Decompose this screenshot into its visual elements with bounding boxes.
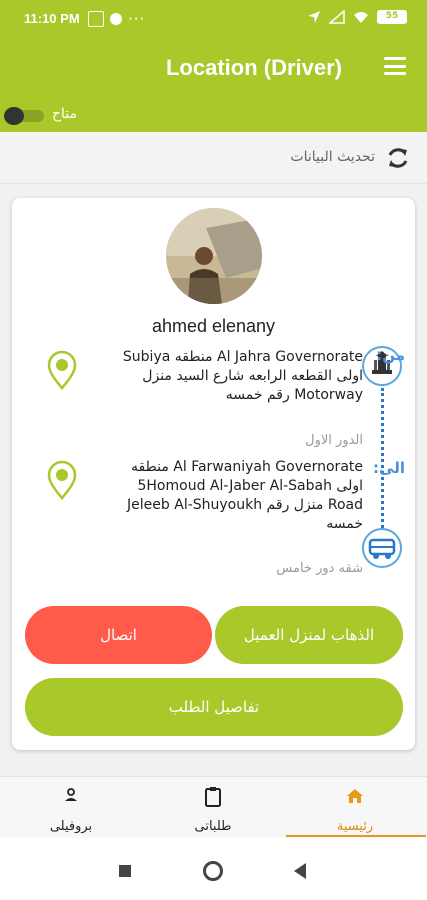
- avatar: [166, 208, 262, 304]
- app-notification-icon: [88, 11, 104, 27]
- menu-icon[interactable]: [384, 57, 406, 75]
- system-nav-bar: [0, 838, 427, 900]
- system-icons: 55: [307, 10, 407, 24]
- profile-icon: [65, 788, 77, 801]
- nav-orders-label: طلباتى: [194, 819, 232, 834]
- app-bar: Location (Driver): [0, 36, 427, 100]
- route-line: [381, 388, 384, 528]
- battery-icon: 55: [377, 10, 407, 24]
- call-button[interactable]: اتصال: [25, 606, 212, 664]
- bottom-nav: بروفيلى طلباتى رئيسية: [0, 776, 427, 838]
- order-card: ahmed elenany من: Al Jahra Governorate م…: [12, 198, 415, 750]
- user-notification-icon: [110, 13, 122, 25]
- availability-toggle[interactable]: [4, 107, 44, 125]
- recent-apps-icon[interactable]: [119, 865, 131, 877]
- nav-profile-label: بروفيلى: [49, 819, 93, 834]
- availability-label: متاح: [52, 106, 78, 122]
- status-time: 11:10 PM: [24, 11, 80, 26]
- nav-orders[interactable]: طلباتى: [142, 777, 284, 839]
- home-icon: [347, 789, 363, 803]
- back-icon[interactable]: [294, 863, 306, 879]
- location-pin-icon: [47, 350, 77, 390]
- nav-home-label: رئيسية: [336, 819, 374, 834]
- refresh-label: تحديث البيانات: [290, 149, 375, 165]
- wifi-icon: [354, 12, 368, 23]
- to-floor: شقه دور خامس: [276, 561, 363, 576]
- from-label: من:: [376, 346, 405, 364]
- refresh-bar[interactable]: تحديث البيانات: [0, 132, 427, 184]
- bus-icon: [362, 528, 402, 568]
- customer-name: ahmed elenany: [151, 316, 276, 336]
- from-floor: الدور الاول: [305, 433, 363, 448]
- to-address: Al Farwaniyah Governorate منطقه اولى 5Ho…: [127, 459, 363, 532]
- order-details-button[interactable]: تفاصيل الطلب: [25, 678, 403, 736]
- refresh-icon[interactable]: [383, 143, 413, 173]
- active-tab-indicator: [286, 835, 426, 837]
- status-bar: 11:10 PM ··· 55: [0, 0, 427, 36]
- clipboard-icon: [205, 787, 221, 807]
- nav-home[interactable]: رئيسية: [284, 777, 426, 839]
- availability-bar: متاح: [0, 100, 427, 132]
- signal-icon: [329, 10, 345, 24]
- location-arrow-icon: [308, 11, 320, 23]
- go-to-customer-button[interactable]: الذهاب لمنزل العميل: [215, 606, 403, 664]
- to-label: الى:: [373, 459, 405, 477]
- more-notifications-icon: ···: [128, 10, 146, 28]
- nav-profile[interactable]: بروفيلى: [0, 777, 142, 839]
- page-title: Location (Driver): [165, 55, 342, 80]
- notification-icons: ···: [88, 10, 145, 28]
- from-address: Al Jahra Governorate منطقه Subiya اولى ا…: [122, 349, 363, 403]
- home-button-icon[interactable]: [203, 861, 223, 881]
- location-pin-icon: [47, 460, 77, 500]
